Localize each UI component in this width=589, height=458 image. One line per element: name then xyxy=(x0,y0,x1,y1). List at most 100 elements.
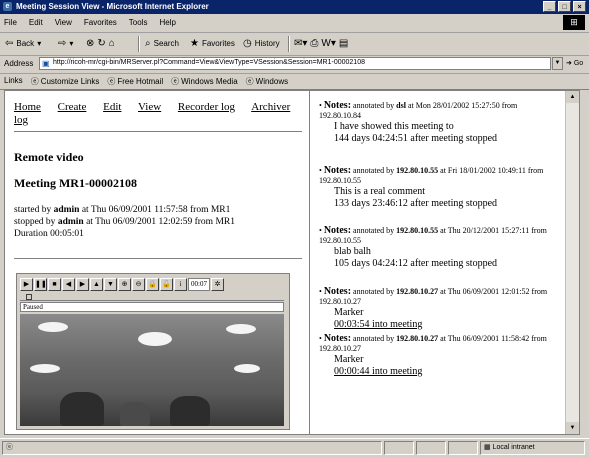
left-frame: Home Create Edit View Recorder log Archi… xyxy=(5,91,310,434)
maximize-button[interactable]: □ xyxy=(558,1,571,12)
note-time-link[interactable]: 00:00:44 into meeting xyxy=(334,366,422,377)
address-input[interactable]: ▣ http://ricoh-mr/cgi-bin/MRServer.pl?Co… xyxy=(39,57,551,70)
stop-icon[interactable]: ■ xyxy=(48,278,61,291)
pause-icon[interactable]: ❚❚ xyxy=(34,278,47,291)
remote-video-heading: Remote video xyxy=(14,150,84,164)
title-bar: e Meeting Session View - Microsoft Inter… xyxy=(0,0,589,14)
link-customize-links[interactable]: ⓔ Customize Links xyxy=(31,76,100,87)
note-item: • Notes: annotated by 192.80.10.27 at Th… xyxy=(319,286,548,331)
page-icon: ▣ xyxy=(42,59,50,68)
discuss-icon[interactable]: ▤ xyxy=(339,38,348,49)
window-title: Meeting Session View - Microsoft Interne… xyxy=(16,2,209,11)
settings-icon[interactable]: ✲ xyxy=(211,278,224,291)
search-button[interactable]: ⌕ Search xyxy=(145,38,179,49)
refresh-icon[interactable]: ↻ xyxy=(97,38,105,49)
info-icon[interactable]: i xyxy=(174,278,187,291)
forward-button[interactable]: ⇨ ▾ xyxy=(58,38,73,49)
search-icon: ⌕ xyxy=(145,38,151,49)
security-zone: ▦ Local intranet xyxy=(480,441,585,455)
seek-slider-thumb[interactable] xyxy=(26,294,32,300)
meeting-info: started by admin at Thu 06/09/2001 11:57… xyxy=(14,204,304,240)
zoom-in-icon[interactable]: ⊕ xyxy=(118,278,131,291)
scroll-down-icon[interactable]: ▼ xyxy=(566,422,579,434)
person xyxy=(60,392,104,426)
address-url: http://ricoh-mr/cgi-bin/MRServer.pl?Comm… xyxy=(53,59,365,66)
ie-page-icon: ⓔ xyxy=(6,444,13,451)
menu-edit[interactable]: Edit xyxy=(29,18,43,27)
home-icon[interactable]: ⌂ xyxy=(109,38,115,49)
status-pane xyxy=(416,441,446,455)
menu-favorites[interactable]: Favorites xyxy=(84,18,117,27)
ceiling-light xyxy=(138,332,172,346)
links-bar: Links ⓔ Customize Links ⓔ Free Hotmail ⓔ Wi… xyxy=(0,73,589,90)
step-back-icon[interactable]: ◀ xyxy=(62,278,75,291)
status-pane xyxy=(448,441,478,455)
chevron-down-icon: ▾ xyxy=(37,39,42,48)
player-status: Paused xyxy=(20,302,284,312)
note-item: • Notes: annotated by 192.80.10.27 at Th… xyxy=(319,333,547,378)
ie-page-icon: ⓔ xyxy=(107,77,116,86)
address-label: Address xyxy=(4,59,34,68)
status-text: ⓔ xyxy=(2,441,382,455)
stop-icon[interactable]: ⊗ xyxy=(86,38,94,49)
meeting-title: Meeting MR1-00002108 xyxy=(14,176,137,190)
history-icon: ◷ xyxy=(243,38,252,49)
favorites-icon: ★ xyxy=(190,38,199,49)
back-arrow-icon: ⇦ xyxy=(5,38,14,49)
arrow-down-icon[interactable]: ▼ xyxy=(104,278,117,291)
time-display: 00:07 xyxy=(188,278,210,291)
person xyxy=(170,396,210,426)
zoom-out-icon[interactable]: ⊖ xyxy=(132,278,145,291)
nav-create[interactable]: Create xyxy=(58,101,87,113)
intranet-icon: ▦ xyxy=(484,444,491,451)
mail-icon[interactable]: ✉▾ xyxy=(294,38,307,49)
nav-view[interactable]: View xyxy=(138,101,161,113)
scroll-up-icon[interactable]: ▲ xyxy=(566,91,579,103)
nav-home[interactable]: Home xyxy=(14,101,41,113)
vertical-scrollbar[interactable]: ▲ ▼ xyxy=(565,91,579,434)
link-windows-media[interactable]: ⓔ Windows Media xyxy=(171,76,237,87)
seek-slider[interactable] xyxy=(20,294,284,301)
back-button[interactable]: ⇦ Back ▾ xyxy=(5,38,41,49)
edit-icon[interactable]: W▾ xyxy=(321,38,335,49)
note-item: • Notes: annotated by 192.80.10.55 at Th… xyxy=(319,225,547,270)
play-icon[interactable]: ▶ xyxy=(20,278,33,291)
close-button[interactable]: × xyxy=(573,1,586,12)
ceiling-light xyxy=(226,324,256,334)
forward-arrow-icon: ⇨ xyxy=(58,38,67,49)
divider xyxy=(14,258,302,259)
unlock-icon[interactable]: 🔓 xyxy=(160,278,173,291)
nav-edit[interactable]: Edit xyxy=(103,101,121,113)
ie-page-icon: ⓔ xyxy=(245,77,254,86)
lock-icon[interactable]: 🔒 xyxy=(146,278,159,291)
status-pane xyxy=(384,441,414,455)
favorites-button[interactable]: ★ Favorites xyxy=(190,38,235,49)
note-time-link[interactable]: 00:03:54 into meeting xyxy=(334,319,422,330)
video-frame[interactable] xyxy=(20,314,284,426)
go-arrow-icon: ➜ xyxy=(566,60,572,67)
links-label: Links xyxy=(4,76,23,85)
step-forward-icon[interactable]: ▶ xyxy=(76,278,89,291)
nav-links: Home Create Edit View Recorder log Archi… xyxy=(14,101,302,127)
divider xyxy=(14,131,302,132)
link-free-hotmail[interactable]: ⓔ Free Hotmail xyxy=(107,76,163,87)
duration: Duration 00:05:01 xyxy=(14,229,84,239)
menu-file[interactable]: File xyxy=(4,18,17,27)
nav-recorder-log[interactable]: Recorder log xyxy=(178,101,235,113)
history-button[interactable]: ◷ History xyxy=(243,38,280,49)
print-icon[interactable]: ⎙ xyxy=(310,38,318,49)
person xyxy=(120,402,150,426)
link-windows[interactable]: ⓔ Windows xyxy=(246,76,288,87)
go-button[interactable]: ➜ Go xyxy=(566,59,583,67)
notes-frame: • Notes: annotated by dsl at Mon 28/01/2… xyxy=(310,91,564,434)
address-dropdown-button[interactable]: ▼ xyxy=(552,57,563,70)
arrow-up-icon[interactable]: ▲ xyxy=(90,278,103,291)
ceiling-light xyxy=(30,364,60,373)
started-by-user: admin xyxy=(53,205,80,215)
chevron-down-icon: ▾ xyxy=(69,39,74,48)
menu-view[interactable]: View xyxy=(55,18,72,27)
minimize-button[interactable]: _ xyxy=(543,1,556,12)
page-content: Home Create Edit View Recorder log Archi… xyxy=(4,90,580,435)
menu-tools[interactable]: Tools xyxy=(129,18,148,27)
menu-help[interactable]: Help xyxy=(159,18,175,27)
